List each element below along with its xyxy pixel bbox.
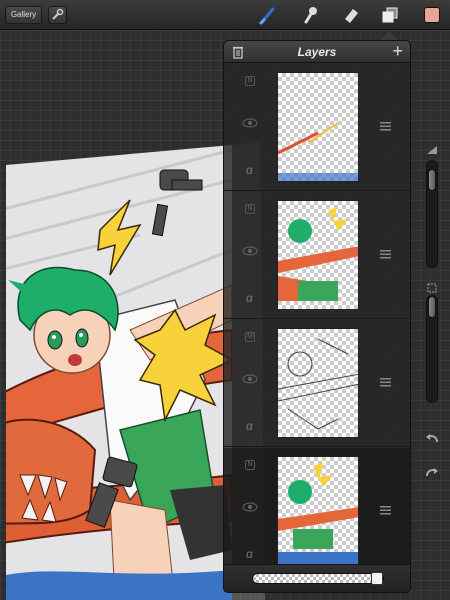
blend-mode-button[interactable]: M [245, 332, 255, 342]
wrench-icon [52, 8, 64, 20]
reorder-handle-icon[interactable] [380, 122, 391, 131]
layer-row[interactable]: M α [224, 320, 410, 447]
reorder-handle-icon[interactable] [380, 250, 391, 259]
brush-size-icon [427, 146, 437, 154]
alpha-lock-icon[interactable]: α [246, 291, 253, 305]
alpha-lock-icon[interactable]: α [246, 419, 253, 433]
panel-pointer [380, 31, 398, 40]
gallery-button[interactable]: Gallery [5, 6, 42, 24]
wrench-button[interactable] [48, 6, 67, 24]
layers-panel: Layers + N α N α M α N α [223, 40, 411, 593]
blend-mode-button[interactable]: N [245, 76, 255, 86]
layer-thumbnail[interactable] [277, 328, 359, 438]
layers-icon[interactable] [380, 5, 400, 25]
brush-size-knob[interactable] [428, 169, 436, 192]
add-layer-icon[interactable]: + [392, 42, 403, 60]
color-swatch[interactable] [424, 7, 440, 23]
redo-icon[interactable] [425, 466, 439, 478]
layer-opacity-bar [224, 564, 410, 592]
brush-opacity-knob[interactable] [428, 296, 436, 318]
layer-thumbnail[interactable] [277, 200, 359, 310]
alpha-lock-icon[interactable]: α [246, 547, 253, 561]
layers-panel-title: Layers [297, 45, 337, 59]
layer-thumbnail[interactable] [277, 72, 359, 182]
layers-panel-header: Layers + [224, 41, 410, 63]
visibility-eye-icon[interactable] [242, 246, 258, 256]
layer-row[interactable]: N α [224, 192, 410, 319]
eraser-icon[interactable] [341, 5, 361, 25]
visibility-eye-icon[interactable] [242, 374, 258, 384]
undo-icon[interactable] [425, 432, 439, 444]
layer-thumbnail[interactable] [277, 456, 359, 566]
brush-opacity-icon [427, 283, 437, 293]
layer-opacity-knob[interactable] [371, 572, 383, 585]
brush-icon[interactable] [258, 5, 278, 25]
reorder-handle-icon[interactable] [380, 506, 391, 515]
layer-opacity-slider[interactable] [252, 572, 384, 585]
smudge-icon[interactable] [301, 5, 321, 25]
visibility-eye-icon[interactable] [242, 502, 258, 512]
blend-mode-button[interactable]: N [245, 204, 255, 214]
blend-mode-button[interactable]: N [245, 460, 255, 470]
brush-opacity-slider[interactable] [426, 295, 438, 403]
brush-size-slider[interactable] [426, 160, 438, 268]
top-toolbar: Gallery [0, 0, 450, 30]
layer-row[interactable]: N α [224, 64, 410, 191]
reorder-handle-icon[interactable] [380, 378, 391, 387]
layer-row-selected[interactable]: N α [224, 448, 410, 575]
alpha-lock-icon[interactable]: α [246, 163, 253, 177]
visibility-eye-icon[interactable] [242, 118, 258, 128]
